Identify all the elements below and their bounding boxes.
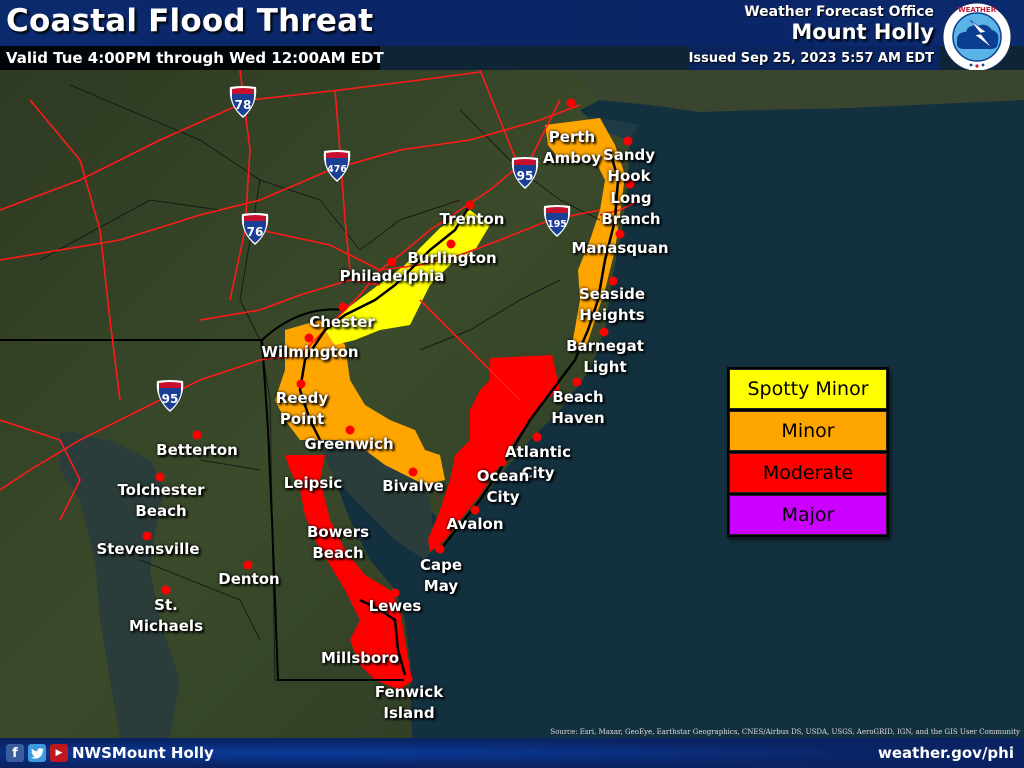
interstate-number: 95 (162, 392, 179, 406)
interstate-76-shield: 76 (241, 213, 269, 245)
interstate-476-shield: 476 (323, 150, 351, 182)
svg-text:WEATHER: WEATHER (958, 6, 997, 14)
city-label-bowers-beach: Bowers Beach (306, 523, 370, 562)
city-label-denton: Denton (218, 570, 280, 588)
city-label-greenwich: Greenwich (304, 435, 394, 453)
city-label-avalon: Avalon (446, 515, 504, 533)
city-label-betterton: Betterton (156, 441, 238, 459)
legend-item-minor: Minor (729, 411, 887, 451)
issued-time: Issued Sep 25, 2023 5:57 AM EDT (688, 51, 934, 66)
youtube-icon[interactable]: ▶ (50, 744, 68, 762)
threat-legend: Spotty Minor Minor Moderate Major (727, 367, 889, 537)
office-label: Weather Forecast Office (744, 4, 934, 20)
interstate-195-shield: 195 (543, 205, 571, 237)
city-label-barnegat-light: Barnegat Light (566, 337, 644, 376)
city-label-tolchester-beach: Tolchester Beach (117, 481, 205, 520)
city-label-ocean-city: Ocean City (476, 467, 530, 506)
map-source-attribution: Source: Esri, Maxar, GeoEye, Earthstar G… (550, 728, 1020, 736)
interstate-number: 95 (517, 169, 534, 183)
city-label-stevensville: Stevensville (96, 540, 200, 558)
city-label-cape-may: Cape May (419, 556, 463, 595)
city-label-perth-amboy: Perth Amboy (542, 128, 602, 167)
city-label-sandy-hook: Sandy Hook (602, 146, 656, 185)
facebook-icon[interactable]: f (6, 744, 24, 762)
city-label-millsboro: Millsboro (320, 649, 400, 667)
valid-time: Valid Tue 4:00PM through Wed 12:00AM EDT (6, 49, 384, 67)
interstate-number: 76 (247, 225, 264, 239)
city-label-wilmington: Wilmington (261, 343, 359, 361)
city-label-reedy-point: Reedy Point (275, 389, 329, 428)
interstate-95-shield-md: 95 (156, 380, 184, 412)
city-label-chester: Chester (309, 313, 375, 331)
website-link[interactable]: weather.gov/phi (878, 744, 1014, 762)
city-label-leipsic: Leipsic (283, 474, 343, 492)
interstate-number: 476 (327, 164, 347, 175)
page-title: Coastal Flood Threat (6, 3, 374, 39)
city-label-long-branch: Long Branch (601, 189, 661, 228)
city-label-trenton: Trenton (439, 210, 505, 228)
twitter-icon[interactable] (28, 744, 46, 762)
interstate-number: 195 (547, 219, 567, 230)
legend-item-major: Major (729, 495, 887, 535)
nws-logo-icon: WEATHER (942, 2, 1012, 72)
city-label-bivalve: Bivalve (382, 477, 444, 495)
city-label-seaside-heights: Seaside Heights (578, 285, 646, 324)
interstate-78-shield: 78 (229, 86, 257, 118)
interstate-number: 78 (235, 98, 252, 112)
city-label-st-michaels: St. Michaels (128, 596, 204, 635)
city-label-beach-haven: Beach Haven (551, 388, 605, 427)
city-label-philadelphia: Philadelphia (339, 267, 445, 285)
city-label-fenwick-island: Fenwick Island (374, 683, 444, 722)
interstate-95-shield: 95 (511, 157, 539, 189)
city-label-lewes: Lewes (368, 597, 422, 615)
legend-item-moderate: Moderate (729, 453, 887, 493)
social-handle[interactable]: NWSMount Holly (72, 744, 214, 762)
legend-item-spotty-minor: Spotty Minor (729, 369, 887, 409)
office-name: Mount Holly (791, 20, 934, 44)
city-label-manasquan: Manasquan (571, 239, 669, 257)
